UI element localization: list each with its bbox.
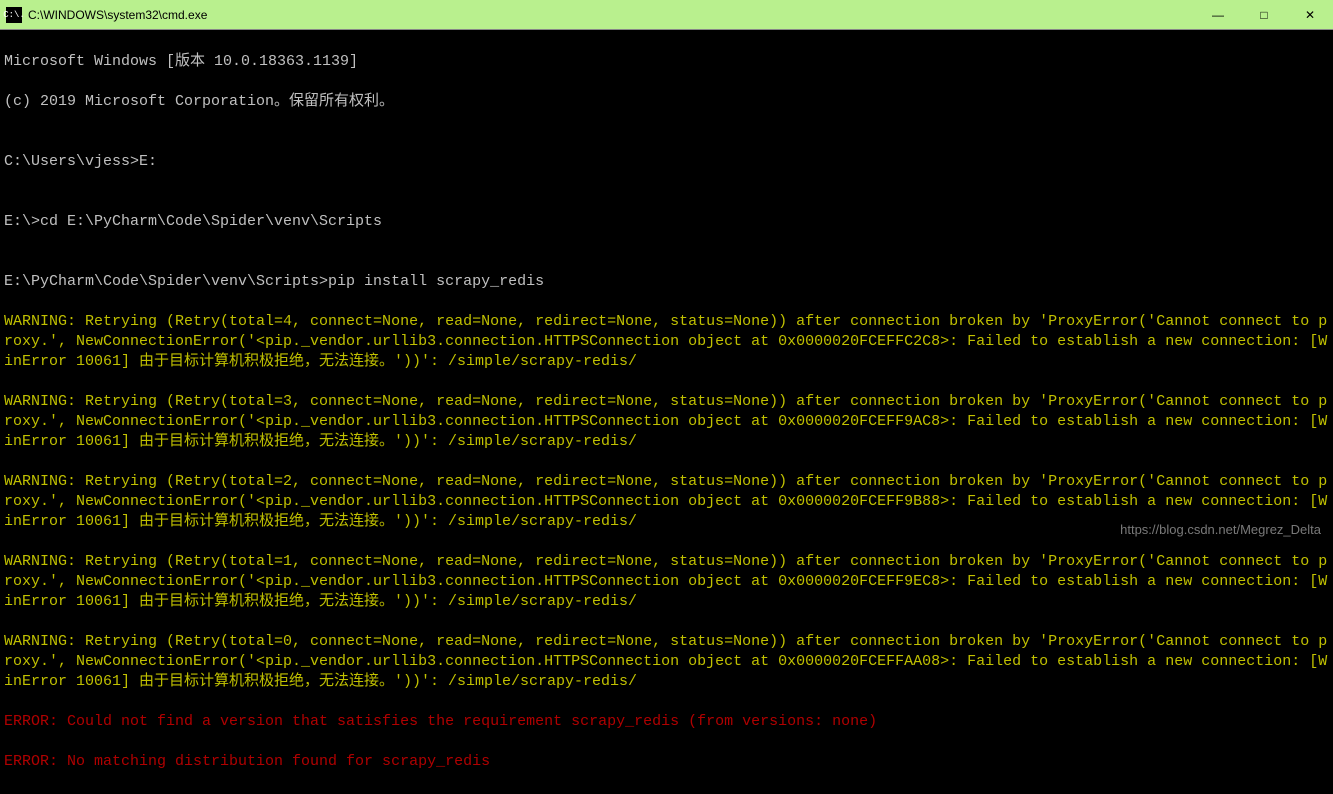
warning-line: WARNING: Retrying (Retry(total=3, connec… [4,392,1329,452]
close-button[interactable]: ✕ [1287,0,1333,29]
error-line: ERROR: No matching distribution found fo… [4,752,1329,772]
window-titlebar: C:\. C:\WINDOWS\system32\cmd.exe — □ ✕ [0,0,1333,30]
cmd-icon: C:\. [6,7,22,23]
warning-line: WARNING: Retrying (Retry(total=1, connec… [4,552,1329,612]
terminal-prompt: E:\PyCharm\Code\Spider\venv\Scripts>pip … [4,272,1329,292]
error-line: ERROR: Could not find a version that sat… [4,712,1329,732]
terminal-prompt: C:\Users\vjess>E: [4,152,1329,172]
maximize-button[interactable]: □ [1241,0,1287,29]
warning-line: WARNING: Retrying (Retry(total=4, connec… [4,312,1329,372]
terminal-prompt: E:\>cd E:\PyCharm\Code\Spider\venv\Scrip… [4,212,1329,232]
warning-line: WARNING: Retrying (Retry(total=0, connec… [4,632,1329,692]
terminal-line: (c) 2019 Microsoft Corporation。保留所有权利。 [4,92,1329,112]
minimize-button[interactable]: — [1195,0,1241,29]
window-controls: — □ ✕ [1195,0,1333,29]
window-title: C:\WINDOWS\system32\cmd.exe [28,8,1195,22]
terminal-output[interactable]: Microsoft Windows [版本 10.0.18363.1139] (… [0,30,1333,794]
watermark: https://blog.csdn.net/Megrez_Delta [1120,522,1321,537]
terminal-line: Microsoft Windows [版本 10.0.18363.1139] [4,52,1329,72]
